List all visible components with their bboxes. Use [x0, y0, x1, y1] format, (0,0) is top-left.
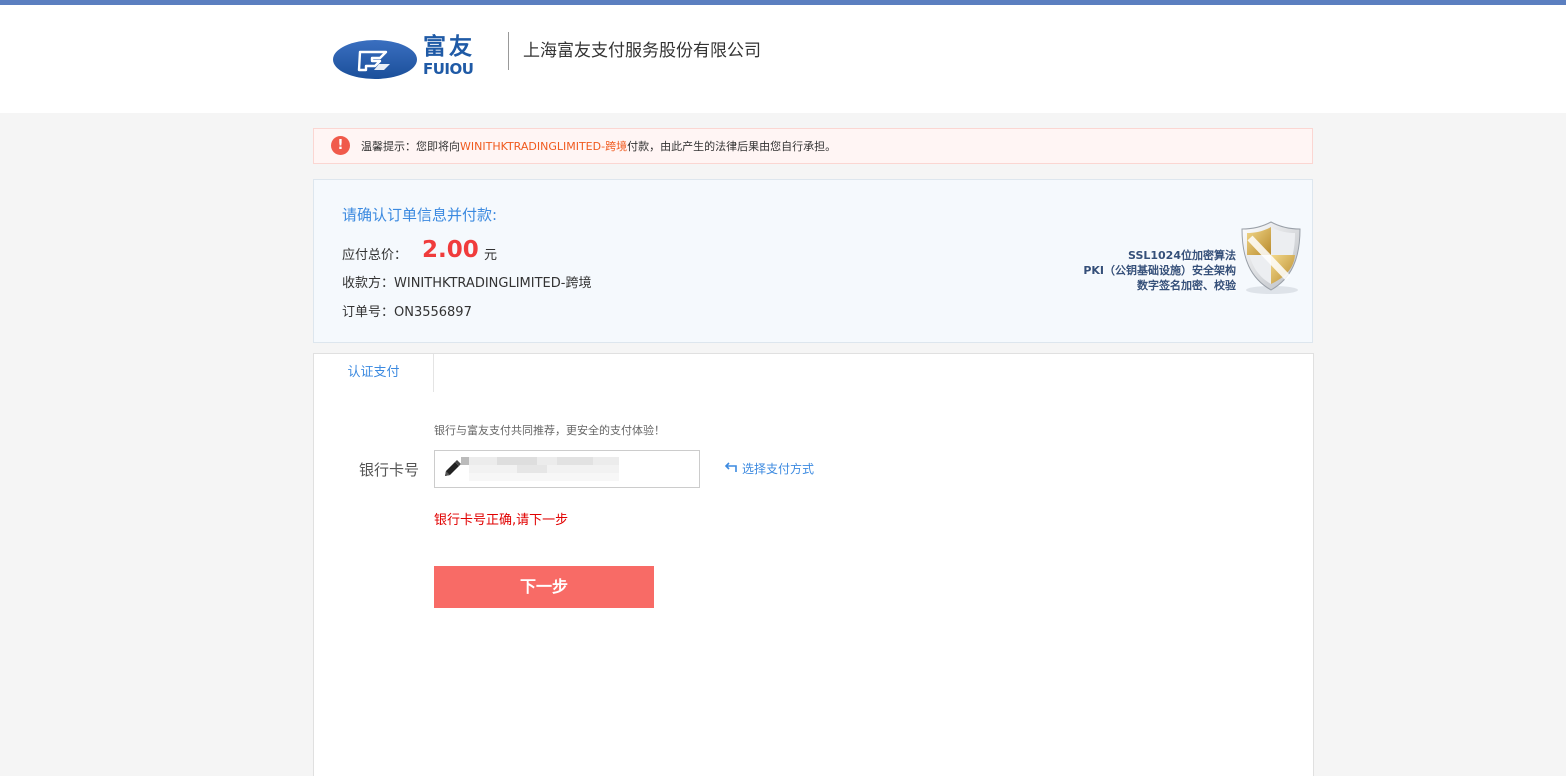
header-divider: [508, 32, 509, 70]
switch-payment-method-link[interactable]: 选择支付方式: [724, 461, 814, 477]
company-name: 上海富友支付服务股份有限公司: [523, 41, 761, 61]
warning-suffix: 付款，由此产生的法律后果由您自行承担。: [627, 140, 837, 153]
warning-icon: !: [331, 136, 350, 155]
fuiou-logo-mark: [333, 40, 417, 79]
fuiou-logo: 富友 FUIOU: [332, 34, 484, 82]
shield-icon: [1241, 221, 1301, 294]
order-number: 订单号：ON3556897: [342, 305, 472, 320]
switch-payment-method-label[interactable]: 选择支付方式: [742, 462, 814, 476]
security-line-1: SSL1024位加密算法: [1128, 249, 1236, 262]
logo-english-text: FUIOU: [423, 60, 474, 78]
amount-value: 2.00: [422, 237, 479, 263]
recommend-text: 银行与富友支付共同推荐，更安全的支付体验！: [434, 424, 665, 437]
card-number-input[interactable]: [434, 450, 700, 488]
security-line-3: 数字签名加密、校验: [1137, 279, 1236, 292]
switch-icon: [724, 462, 737, 472]
warning-merchant: WINITHKTRADINGLIMITED-跨境: [460, 140, 628, 153]
logo-chinese-text: 富友: [423, 34, 475, 60]
masked-card-number: [461, 457, 619, 481]
warning-banner: ! 温馨提示：您即将向WINITHKTRADINGLIMITED-跨境付款，由此…: [313, 128, 1313, 164]
card-number-label: 银行卡号: [359, 461, 420, 479]
payee: 收款方：WINITHKTRADINGLIMITED-跨境: [342, 276, 592, 291]
amount-label: 应付总价：: [342, 248, 408, 263]
warning-text: 温馨提示：您即将向WINITHKTRADINGLIMITED-跨境付款，由此产生…: [361, 139, 836, 154]
next-step-button[interactable]: 下一步: [434, 566, 654, 608]
payment-panel: 认证支付 银行与富友支付共同推荐，更安全的支付体验！ 银行卡号 选择支付方式 银…: [313, 353, 1314, 776]
security-line-2: PKI（公钥基础设施）安全架构: [1083, 264, 1236, 277]
pen-icon: [445, 460, 461, 476]
warning-prefix: 温馨提示：您即将向: [361, 140, 460, 153]
security-text: SSL1024位加密算法 PKI（公钥基础设施）安全架构 数字签名加密、校验: [1083, 248, 1236, 293]
order-title: 请确认订单信息并付款:: [342, 206, 498, 224]
security-badge: SSL1024位加密算法 PKI（公钥基础设施）安全架构 数字签名加密、校验: [1034, 220, 1304, 300]
amount-unit: 元: [484, 248, 498, 263]
order-info-panel: 请确认订单信息并付款: 应付总价： 2.00 元 收款方：WINITHKTRAD…: [313, 179, 1313, 343]
tab-auth-payment[interactable]: 认证支付: [314, 354, 434, 392]
validation-message: 银行卡号正确,请下一步: [434, 513, 569, 528]
page-header: 富友 FUIOU 上海富友支付服务股份有限公司: [0, 5, 1566, 113]
